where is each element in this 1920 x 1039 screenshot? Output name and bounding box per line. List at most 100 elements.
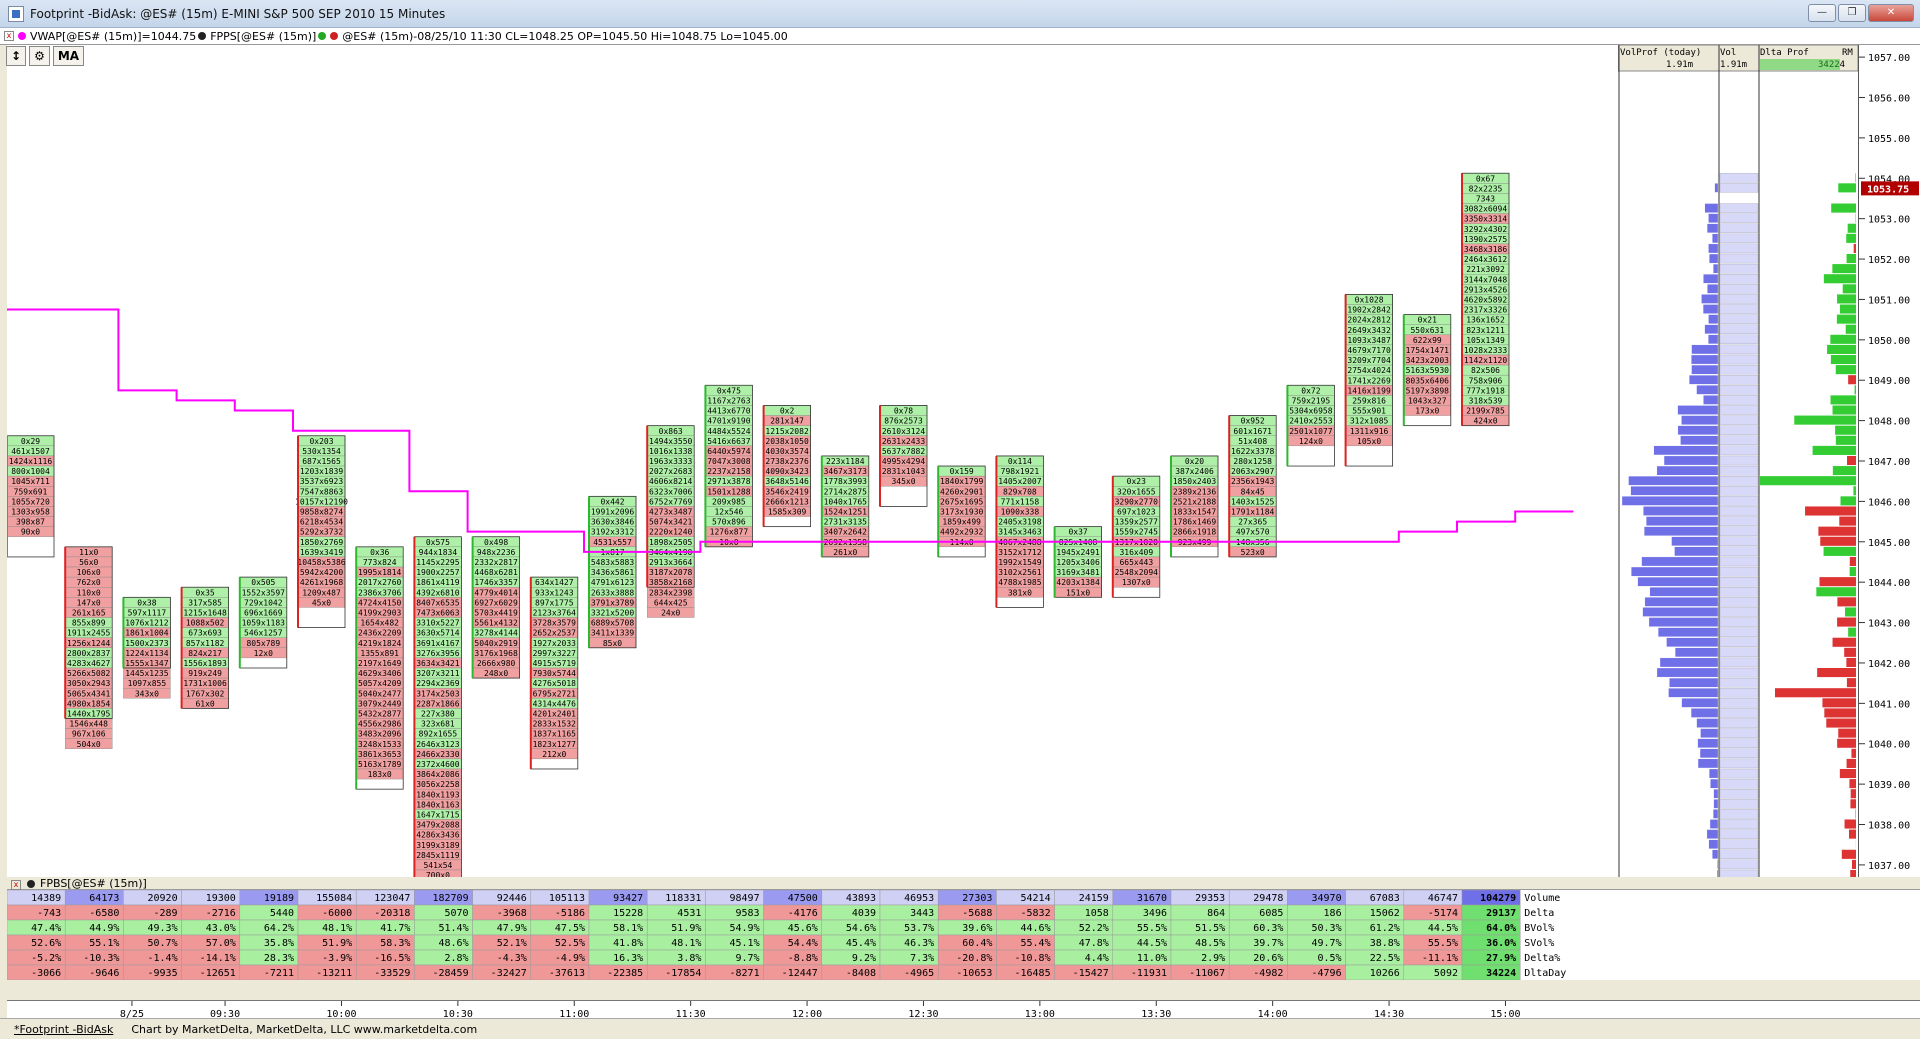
dlta-row bbox=[1837, 294, 1856, 304]
footprint-cell-text: 3276x3956 bbox=[416, 649, 460, 658]
footprint-cell-text: 2731x3135 bbox=[824, 518, 868, 527]
volprof-value: 1.91m bbox=[1666, 60, 1693, 70]
footprint-cell-text: 601x1671 bbox=[1233, 427, 1272, 436]
stat-value: 28.3% bbox=[264, 953, 294, 964]
footprint-chart[interactable]: 0x29 461x1507 1424x1116 800x1004 1045x711 759… bbox=[2, 45, 1620, 881]
footprint-cell-text: 2971x3878 bbox=[707, 477, 751, 486]
footprint-tab[interactable]: *Footprint -BidAsk bbox=[14, 1023, 113, 1036]
footprint-cell-text: 2646x3123 bbox=[416, 740, 460, 749]
stat-value: 39.6% bbox=[962, 923, 992, 934]
dlta-row bbox=[1839, 516, 1856, 526]
footprint-cell-text: 1861x1004 bbox=[125, 629, 169, 638]
footprint-cell-text: 173x0 bbox=[1415, 407, 1439, 416]
footprint-cell-text: 1945x2491 bbox=[1056, 548, 1100, 557]
footprint-cell-text: 876x2573 bbox=[884, 417, 923, 426]
volprof-row bbox=[1716, 869, 1719, 880]
close-icon[interactable]: ✕ bbox=[1868, 4, 1914, 22]
vwap-dot-icon bbox=[18, 32, 26, 40]
footprint-cell-text: 2389x2136 bbox=[1173, 487, 1217, 496]
stat-value: 9.7% bbox=[736, 953, 760, 964]
bar-legend: @ES# (15m)-08/25/10 11:30 CL=1048.25 OP=… bbox=[342, 29, 788, 43]
chart-toolbar: ↕ ⚙ MA bbox=[6, 46, 85, 66]
footprint-cell-text: 0x475 bbox=[717, 386, 741, 395]
arrow-icon[interactable]: ↕ bbox=[6, 46, 27, 66]
vol-row bbox=[1719, 587, 1759, 597]
stat-value: 29137 bbox=[1486, 908, 1516, 919]
vol-row bbox=[1719, 809, 1759, 819]
footprint-cell-text: 5040x2477 bbox=[358, 689, 402, 698]
vol-row bbox=[1719, 698, 1759, 708]
vol-row bbox=[1719, 758, 1759, 769]
footprint-cell-text: 2834x2398 bbox=[649, 588, 693, 597]
footprint-cell-text: 2027x2683 bbox=[649, 467, 693, 476]
stat-value: 186 bbox=[1324, 908, 1342, 919]
vwap-legend[interactable]: VWAP[@ES# (15m)]=1044.75 bbox=[30, 30, 196, 43]
footprint-cell-text: 27x365 bbox=[1238, 518, 1267, 527]
footprint-cell-text: 4413x6770 bbox=[707, 407, 751, 416]
vol-row bbox=[1719, 213, 1759, 223]
footprint-cell-text: 105x0 bbox=[1357, 437, 1381, 446]
ma-button[interactable]: MA bbox=[52, 46, 85, 66]
fpps-legend[interactable]: FPPS[@ES# (15m)] bbox=[210, 30, 316, 43]
footprint-cell-text: 3468x3186 bbox=[1464, 245, 1508, 254]
footprint-cell-text: 4724x4150 bbox=[358, 598, 402, 607]
footprint-cell-text: 4620x5892 bbox=[1464, 295, 1508, 304]
volprof-row bbox=[1716, 859, 1719, 870]
volprof-row bbox=[1643, 506, 1719, 516]
settings-icon[interactable]: ⚙ bbox=[29, 46, 50, 66]
dlta-row bbox=[1816, 587, 1856, 597]
footprint-cell-text: 824x217 bbox=[188, 649, 222, 658]
footprint-cell-text: 7343 bbox=[1476, 195, 1495, 204]
footprint-cell-text: 4788x1985 bbox=[998, 578, 1042, 587]
footprint-cell-text: 3691x4167 bbox=[416, 639, 460, 648]
rm-title: RM bbox=[1842, 48, 1853, 58]
stat-value: 105113 bbox=[549, 893, 585, 904]
stat-value: 10266 bbox=[1370, 968, 1400, 979]
dlta-row bbox=[1837, 597, 1856, 607]
volume-profile-panel[interactable]: VolProf (today)VolDlta ProfRM1.91m1.91m3… bbox=[1617, 44, 1859, 880]
footprint-cell-text: 12x546 bbox=[714, 508, 743, 517]
close-subpanel-icon[interactable]: x bbox=[11, 880, 21, 890]
footprint-cell-text: 7047x3008 bbox=[707, 457, 751, 466]
footprint-cell-text: 6889x5708 bbox=[591, 619, 635, 628]
footprint-cell-text: 6218x4534 bbox=[300, 518, 344, 527]
minimize-icon[interactable]: — bbox=[1808, 4, 1836, 22]
footprint-cell-text: 85x0 bbox=[603, 639, 622, 648]
volprof-row bbox=[1697, 758, 1719, 769]
footprint-cell-text: 4492x2932 bbox=[940, 528, 984, 537]
stat-value: -3.9% bbox=[322, 953, 352, 964]
footprint-svg[interactable]: 0x29461x15071424x1116800x10041045x711759… bbox=[2, 45, 1620, 881]
footprint-cell-text: 2913x3664 bbox=[649, 558, 693, 567]
footprint-cell-text: 1556x1893 bbox=[183, 659, 227, 668]
close-study-icon[interactable]: x bbox=[4, 31, 14, 41]
stat-value: 57.0% bbox=[206, 938, 236, 949]
volprof-row bbox=[1659, 657, 1719, 668]
restore-icon[interactable]: ❐ bbox=[1838, 4, 1866, 22]
dlta-row bbox=[1832, 405, 1856, 415]
stat-value: 24159 bbox=[1079, 893, 1109, 904]
vol-row bbox=[1719, 778, 1759, 789]
price-label: 1048.00 bbox=[1868, 417, 1910, 428]
stat-value: 20.6% bbox=[1253, 953, 1283, 964]
volprof-row bbox=[1700, 728, 1719, 738]
footprint-cell-text: 2521x2188 bbox=[1173, 497, 1217, 506]
stat-value: 55.5% bbox=[1428, 938, 1458, 949]
price-axis[interactable]: 1057.00 1056.00 1055.00 1054.00 1053.00 1052.… bbox=[1858, 45, 1920, 877]
footprint-bar: 0x78876x25732610x31242631x24335637x78824… bbox=[879, 405, 928, 507]
vol-row bbox=[1719, 728, 1759, 738]
dlta-row bbox=[1835, 435, 1856, 445]
dlta-row bbox=[1848, 375, 1856, 385]
footprint-cell-text: 6927x6029 bbox=[474, 598, 518, 607]
footprint-cell-text: 24x0 bbox=[661, 609, 680, 618]
dlta-row bbox=[1837, 738, 1856, 748]
footprint-bar: 11x056x0106x0762x0110x0147x0 261x165855x8… bbox=[64, 546, 113, 749]
footprint-cell-text: 3479x2088 bbox=[416, 821, 460, 830]
footprint-bar: 0x952601x167151x4081622x3378280x12582063… bbox=[1228, 415, 1277, 558]
footprint-bar: 0x21550x631622x991754x14713423x20035163x… bbox=[1402, 314, 1452, 427]
vol-row bbox=[1719, 748, 1759, 759]
footprint-bar: 0x8631494x35501016x13381963x33332027x268… bbox=[646, 425, 695, 618]
vol-value: 1.91m bbox=[1720, 60, 1747, 70]
footprint-cell-text: 248x0 bbox=[484, 669, 508, 678]
dlta-row bbox=[1830, 354, 1856, 365]
volprof-row bbox=[1697, 738, 1719, 748]
